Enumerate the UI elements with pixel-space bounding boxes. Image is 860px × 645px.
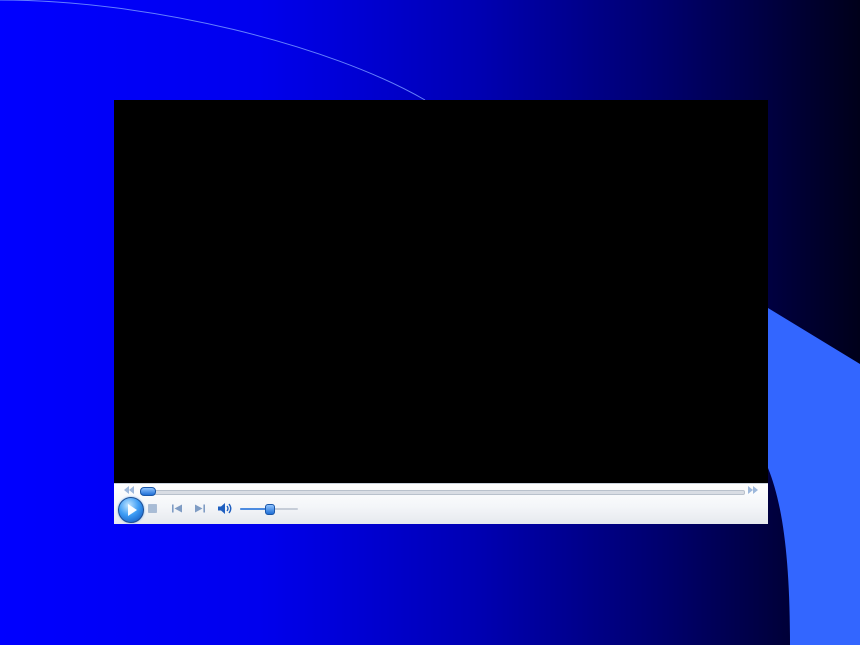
volume-handle[interactable]: [265, 504, 275, 515]
seek-bar[interactable]: [140, 490, 745, 495]
play-button[interactable]: [118, 497, 144, 523]
previous-icon: [172, 504, 182, 513]
player-controls-bar: [114, 483, 768, 524]
speaker-icon: [218, 503, 232, 514]
media-player: [114, 100, 768, 524]
next-icon: [195, 504, 205, 513]
previous-button[interactable]: [171, 504, 183, 513]
next-button[interactable]: [194, 504, 206, 513]
stop-icon: [148, 504, 157, 513]
background-arc-line: [0, 0, 426, 101]
play-icon: [128, 504, 137, 516]
seek-handle[interactable]: [140, 487, 156, 496]
background-accent-shape: [768, 308, 860, 645]
mute-button[interactable]: [217, 502, 233, 515]
stop-button[interactable]: [148, 504, 157, 513]
video-display[interactable]: [114, 100, 768, 483]
fast-forward-icon[interactable]: [748, 486, 758, 494]
rewind-icon[interactable]: [124, 486, 134, 494]
